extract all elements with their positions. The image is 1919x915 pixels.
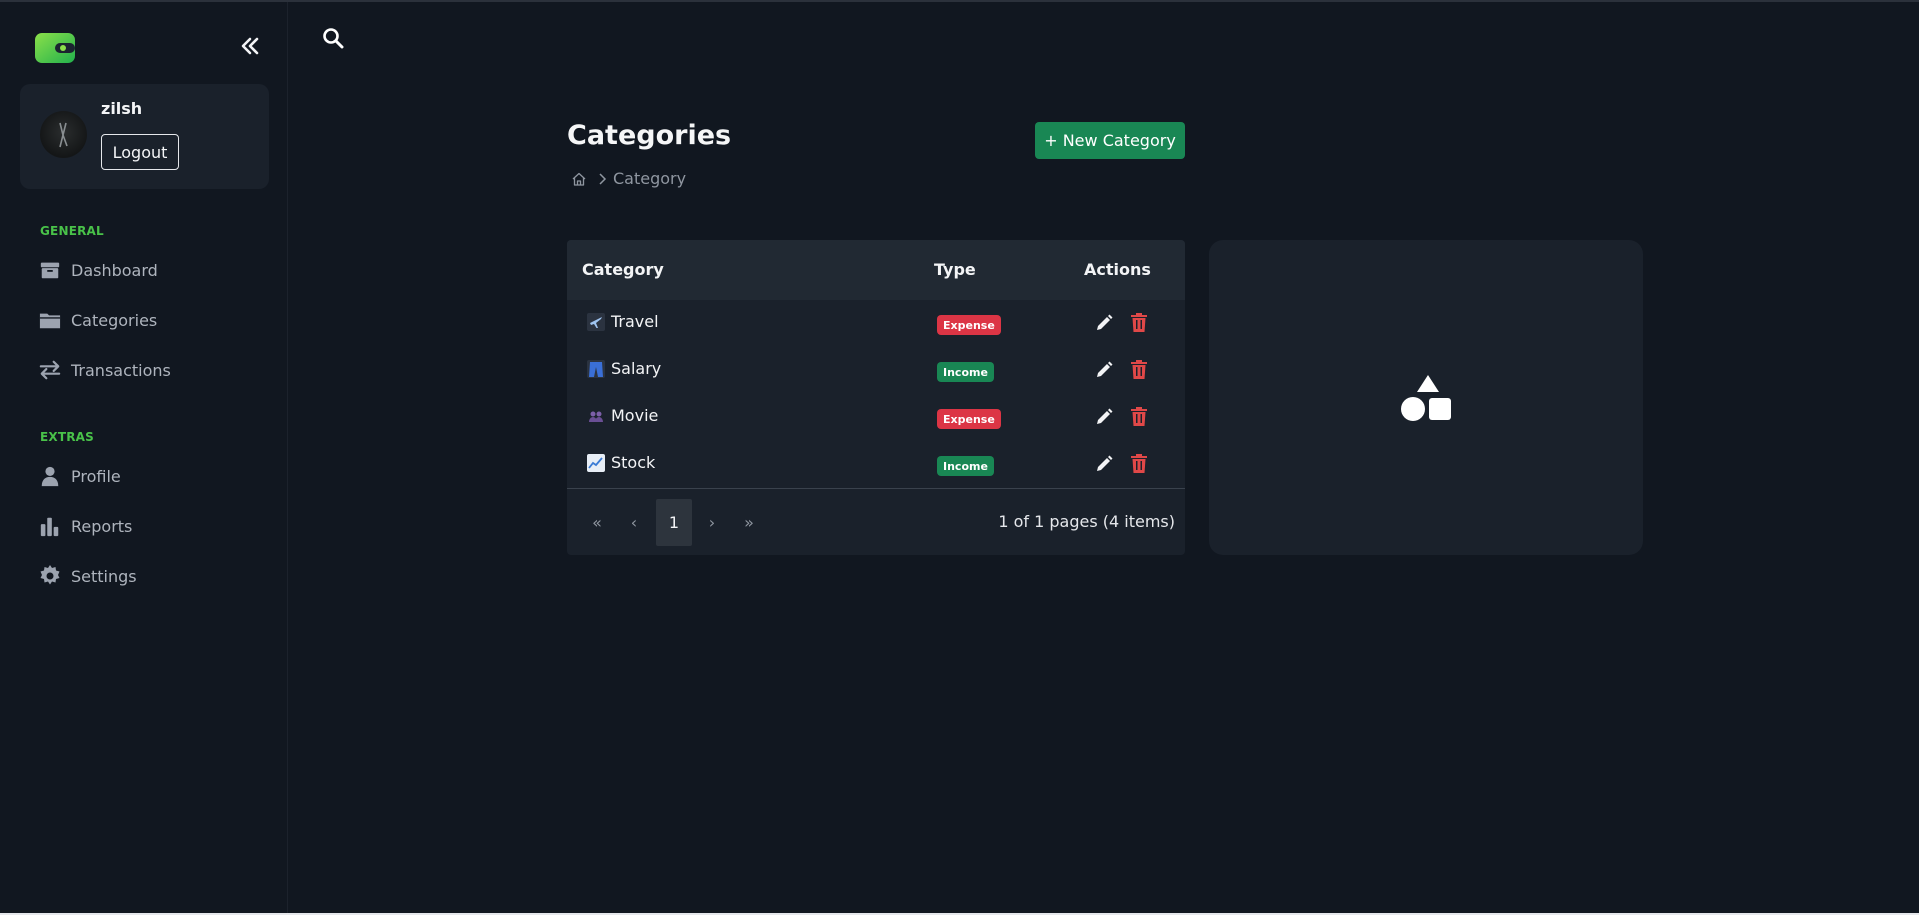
next-page-button[interactable]: › bbox=[700, 499, 724, 546]
trash-icon[interactable] bbox=[1130, 360, 1148, 380]
pagination: « ‹ 1 › » 1 of 1 pages (4 items) bbox=[567, 488, 1185, 555]
sidebar-item-label: Transactions bbox=[71, 360, 171, 380]
sidebar-item-profile[interactable]: Profile bbox=[38, 463, 121, 489]
transfer-icon bbox=[38, 358, 62, 382]
type-badge: Income bbox=[937, 362, 994, 382]
people-icon bbox=[589, 411, 603, 422]
sidebar-item-settings[interactable]: Settings bbox=[38, 563, 137, 589]
categories-table: Category Type Actions Travel Expense Sal… bbox=[567, 240, 1185, 555]
sidebar-item-transactions[interactable]: Transactions bbox=[38, 357, 171, 383]
sidebar-item-reports[interactable]: Reports bbox=[38, 513, 132, 539]
gear-icon bbox=[38, 564, 62, 588]
box-icon bbox=[38, 258, 62, 282]
first-page-button[interactable]: « bbox=[582, 499, 612, 546]
edit-icon[interactable] bbox=[1094, 407, 1114, 427]
chevron-right-icon bbox=[599, 172, 607, 185]
edit-icon[interactable] bbox=[1094, 313, 1114, 333]
user-card: zilsh Logout bbox=[20, 84, 269, 189]
breadcrumb-current: Category bbox=[613, 169, 687, 188]
airplane-icon bbox=[587, 313, 605, 331]
column-header-actions: Actions bbox=[1084, 260, 1151, 279]
logout-button[interactable]: Logout bbox=[101, 134, 179, 170]
search-icon[interactable] bbox=[322, 27, 344, 49]
page-info: 1 of 1 pages (4 items) bbox=[998, 512, 1175, 531]
sidebar-item-label: Dashboard bbox=[71, 260, 158, 280]
collapse-sidebar-icon[interactable] bbox=[239, 35, 261, 57]
table-row[interactable]: Movie Expense bbox=[567, 394, 1185, 441]
app-logo[interactable] bbox=[35, 33, 75, 63]
trash-icon[interactable] bbox=[1130, 454, 1148, 474]
jeans-icon bbox=[587, 360, 605, 378]
folder-icon bbox=[38, 308, 62, 332]
chart-increasing-icon bbox=[587, 454, 605, 472]
edit-icon[interactable] bbox=[1094, 454, 1114, 474]
edit-icon[interactable] bbox=[1094, 360, 1114, 380]
section-label-general: GENERAL bbox=[40, 224, 104, 238]
column-header-type[interactable]: Type bbox=[934, 260, 976, 279]
page-number-button[interactable]: 1 bbox=[656, 499, 692, 546]
shapes-icon bbox=[1401, 375, 1451, 421]
category-name: Movie bbox=[611, 406, 659, 425]
trash-icon[interactable] bbox=[1130, 407, 1148, 427]
category-name: Salary bbox=[611, 359, 662, 378]
table-header: Category Type Actions bbox=[567, 240, 1185, 300]
home-icon[interactable] bbox=[571, 171, 587, 187]
table-row[interactable]: Travel Expense bbox=[567, 300, 1185, 347]
category-name: Travel bbox=[611, 312, 659, 331]
page-title: Categories bbox=[567, 120, 732, 151]
sidebar-item-label: Profile bbox=[71, 466, 121, 486]
breadcrumb: Category bbox=[571, 169, 686, 188]
type-badge: Expense bbox=[937, 315, 1001, 335]
type-badge: Income bbox=[937, 456, 994, 476]
last-page-button[interactable]: » bbox=[734, 499, 764, 546]
sidebar-item-label: Categories bbox=[71, 310, 158, 330]
column-header-category[interactable]: Category bbox=[582, 260, 664, 279]
trash-icon[interactable] bbox=[1130, 313, 1148, 333]
category-name: Stock bbox=[611, 453, 656, 472]
avatar[interactable] bbox=[40, 111, 87, 158]
sidebar-item-label: Reports bbox=[71, 516, 133, 536]
sidebar-item-categories[interactable]: Categories bbox=[38, 307, 157, 333]
user-icon bbox=[38, 464, 62, 488]
category-preview-card bbox=[1209, 240, 1643, 555]
new-category-button[interactable]: + New Category bbox=[1035, 122, 1185, 159]
prev-page-button[interactable]: ‹ bbox=[622, 499, 646, 546]
table-row[interactable]: Salary Income bbox=[567, 347, 1185, 394]
sidebar-item-label: Settings bbox=[71, 566, 137, 586]
sidebar-item-dashboard[interactable]: Dashboard bbox=[38, 257, 158, 283]
table-row[interactable]: Stock Income bbox=[567, 441, 1185, 488]
sidebar: zilsh Logout GENERAL Dashboard Categorie… bbox=[0, 2, 288, 915]
type-badge: Expense bbox=[937, 409, 1001, 429]
section-label-extras: EXTRAS bbox=[40, 430, 95, 444]
bar-chart-icon bbox=[38, 514, 62, 538]
username: zilsh bbox=[101, 99, 143, 118]
